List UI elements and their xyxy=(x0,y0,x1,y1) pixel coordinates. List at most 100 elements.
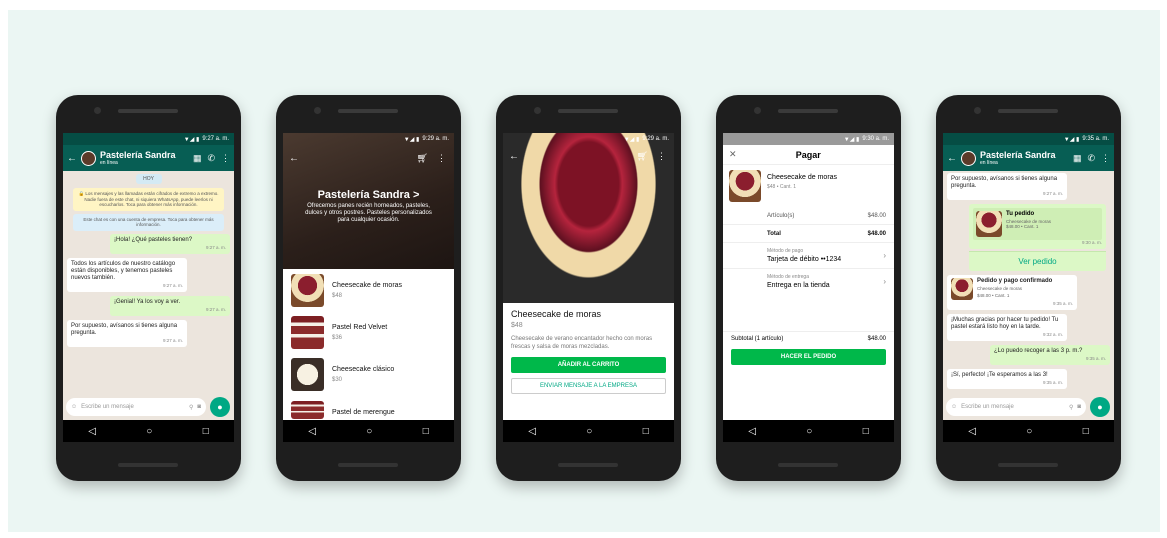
chevron-right-icon: › xyxy=(883,251,886,260)
add-to-cart-button[interactable]: AÑADIR AL CARRITO xyxy=(511,357,666,373)
product-price: $48 xyxy=(511,322,523,329)
chat-title[interactable]: Pastelería Sandra en línea xyxy=(100,150,176,166)
menu-icon[interactable]: ⋮ xyxy=(657,151,666,162)
menu-icon[interactable]: ⋮ xyxy=(437,153,446,164)
back-arrow-icon[interactable]: ← xyxy=(509,151,519,162)
message-bubble[interactable]: ¡Genial! Ya los voy a ver. 9:27 a. m. xyxy=(110,295,230,316)
nav-back-icon[interactable]: ◁ xyxy=(528,426,536,437)
message-bubble[interactable]: ¡Sí, perfecto! ¡Te esperamos a las 3! 9:3… xyxy=(947,369,1067,389)
nav-back-icon[interactable]: ◁ xyxy=(308,426,316,437)
nav-home-icon[interactable]: ○ xyxy=(1026,426,1032,437)
emoji-icon[interactable]: ☺ xyxy=(951,404,957,410)
payment-method-row[interactable]: Método de pago Tarjeta de débito ••1234 … xyxy=(723,243,894,269)
message-bubble[interactable]: ¡Hola! ¿Qué pasteles tienen? 9:27 a. m. xyxy=(110,233,230,254)
nav-back-icon[interactable]: ◁ xyxy=(968,426,976,437)
product-image xyxy=(729,170,761,202)
android-nav-bar: ◁ ○ □ xyxy=(943,420,1114,442)
order-bubble[interactable]: Tu pedido Cheesecake de moras $48.00 • Can… xyxy=(969,204,1106,249)
message-bubble[interactable]: ¡Muchas gracias por hacer tu pedido! Tu … xyxy=(947,314,1067,341)
screen: ▼◢ ▮ 9:29 a. m. ← 🛒︎ ⋮ Cheesecake de mora… xyxy=(503,133,674,442)
view-order-button[interactable]: Ver pedido xyxy=(969,251,1106,271)
place-order-button[interactable]: HACER EL PEDIDO xyxy=(731,349,886,365)
nav-home-icon[interactable]: ○ xyxy=(366,426,372,437)
checkout-title: Pagar xyxy=(795,149,821,160)
message-input[interactable]: ☺ Escribe un mensaje ⚲ ◙ xyxy=(946,398,1086,416)
attach-icon[interactable]: ⚲ xyxy=(189,404,193,411)
product-image xyxy=(291,401,324,419)
product-item[interactable]: Cheesecake de moras $48 xyxy=(283,269,454,311)
camera-icon[interactable]: ◙ xyxy=(1077,404,1081,410)
status-bar: ▼◢ ▮ 9:35 a. m. xyxy=(943,133,1114,145)
item-meta: $48 • Cant. 1 xyxy=(767,184,796,190)
product-description: Cheesecake de verano encantador hecho co… xyxy=(511,336,653,350)
date-chip: HOY xyxy=(135,174,162,184)
product-item[interactable]: Pastel Red Velvet $36 xyxy=(283,311,454,353)
status-bar: ▼◢ ▮ 9:30 a. m. xyxy=(723,133,894,145)
mic-icon[interactable]: ● xyxy=(1090,397,1110,417)
nav-recent-icon[interactable]: □ xyxy=(643,426,649,437)
nav-recent-icon[interactable]: □ xyxy=(863,426,869,437)
call-icon[interactable]: ✆ xyxy=(207,153,215,164)
nav-home-icon[interactable]: ○ xyxy=(146,426,152,437)
business-notice[interactable]: Este chat es con una cuenta de empresa. … xyxy=(73,213,224,231)
close-icon[interactable]: ✕ xyxy=(729,149,737,160)
nav-recent-icon[interactable]: □ xyxy=(1083,426,1089,437)
nav-back-icon[interactable]: ◁ xyxy=(748,426,756,437)
store-icon[interactable]: ▦ xyxy=(1073,153,1082,164)
product-item[interactable]: Cheesecake clásico $30 xyxy=(283,353,454,395)
menu-icon[interactable]: ⋮ xyxy=(1101,153,1110,164)
product-info: Cheesecake de moras $48 Cheesecake de ve… xyxy=(503,303,674,357)
screen: ▼◢ ▮ 9:27 a. m. ← Pastelería Sandra en lí… xyxy=(63,133,234,442)
product-image xyxy=(951,278,973,300)
avatar[interactable] xyxy=(81,150,96,166)
showcase-background: ▼◢ ▮ 9:27 a. m. ← Pastelería Sandra en lí… xyxy=(8,10,1160,532)
shop-title[interactable]: Pastelería Sandra > xyxy=(283,189,454,201)
mic-icon[interactable]: ● xyxy=(210,397,230,417)
android-nav-bar: ◁ ○ □ xyxy=(503,420,674,442)
product-item[interactable]: Pastel de merengue xyxy=(283,395,454,419)
cart-icon[interactable]: 🛒︎ xyxy=(637,151,648,162)
shop-cover: ▼◢ ▮ 9:29 a. m. ← 🛒︎ ⋮ Pastelería Sandra … xyxy=(283,133,454,269)
chevron-right-icon: › xyxy=(883,277,886,286)
nav-home-icon[interactable]: ○ xyxy=(806,426,812,437)
menu-icon[interactable]: ⋮ xyxy=(221,153,230,164)
android-nav-bar: ◁ ○ □ xyxy=(723,420,894,442)
avatar[interactable] xyxy=(961,150,976,166)
phone-checkout: ▼◢ ▮ 9:30 a. m. ✕ Pagar Cheesecake de mor… xyxy=(716,95,901,481)
subtotal-row: Subtotal (1 artículo) $48.00 xyxy=(723,331,894,346)
emoji-icon[interactable]: ☺ xyxy=(71,404,77,410)
back-arrow-icon[interactable]: ← xyxy=(289,153,299,164)
phone-product-detail: ▼◢ ▮ 9:29 a. m. ← 🛒︎ ⋮ Cheesecake de mora… xyxy=(496,95,681,481)
message-business-button[interactable]: ENVIAR MENSAJE A LA EMPRESA xyxy=(511,378,666,394)
nav-recent-icon[interactable]: □ xyxy=(423,426,429,437)
product-image xyxy=(291,315,324,349)
camera-icon[interactable]: ◙ xyxy=(197,404,201,410)
android-nav-bar: ◁ ○ □ xyxy=(63,420,234,442)
message-bubble[interactable]: ¿Lo puedo recoger a las 3 p. m.? 9:35 a. … xyxy=(990,345,1110,365)
screen: ▼◢ ▮ 9:29 a. m. ← 🛒︎ ⋮ Pastelería Sandra … xyxy=(283,133,454,442)
product-photo: ▼◢ ▮ 9:29 a. m. ← 🛒︎ ⋮ xyxy=(503,133,674,303)
nav-back-icon[interactable]: ◁ xyxy=(88,426,96,437)
encryption-notice[interactable]: 🔒 Los mensajes y las llamadas están cifr… xyxy=(73,188,224,211)
call-icon[interactable]: ✆ xyxy=(1087,153,1095,164)
product-image xyxy=(976,211,1002,237)
chat-area: Por supuesto, avísanos si tienes alguna … xyxy=(943,171,1114,420)
delivery-method-row[interactable]: Método de entrega Entrega en la tienda › xyxy=(723,269,894,331)
nav-home-icon[interactable]: ○ xyxy=(586,426,592,437)
message-bubble[interactable]: Por supuesto, avísanos si tienes alguna … xyxy=(67,319,187,347)
store-icon[interactable]: ▦ xyxy=(193,153,202,164)
articles-row: Artículo(s) $48.00 xyxy=(723,207,894,225)
screen: ▼◢ ▮ 9:35 a. m. ← Pastelería Sandra en lí… xyxy=(943,133,1114,442)
message-bubble[interactable]: Por supuesto, avísanos si tienes alguna … xyxy=(947,173,1067,200)
message-bubble[interactable]: Todos los artículos de nuestro catálogo … xyxy=(67,257,187,292)
attach-icon[interactable]: ⚲ xyxy=(1069,404,1073,411)
nav-recent-icon[interactable]: □ xyxy=(203,426,209,437)
cart-icon[interactable]: 🛒︎ xyxy=(417,153,428,164)
chat-title[interactable]: Pastelería Sandra en línea xyxy=(980,150,1056,166)
chat-header: ← Pastelería Sandra en línea ▦ ✆ ⋮ xyxy=(63,145,234,171)
status-bar: ▼◢ ▮ 9:29 a. m. xyxy=(403,136,449,143)
back-arrow-icon[interactable]: ← xyxy=(947,153,957,164)
back-arrow-icon[interactable]: ← xyxy=(67,153,77,164)
message-input[interactable]: ☺ Escribe un mensaje ⚲ ◙ xyxy=(66,398,206,416)
order-confirmed-bubble[interactable]: Pedido y pago confirmado Cheesecake de mo… xyxy=(947,275,1077,310)
